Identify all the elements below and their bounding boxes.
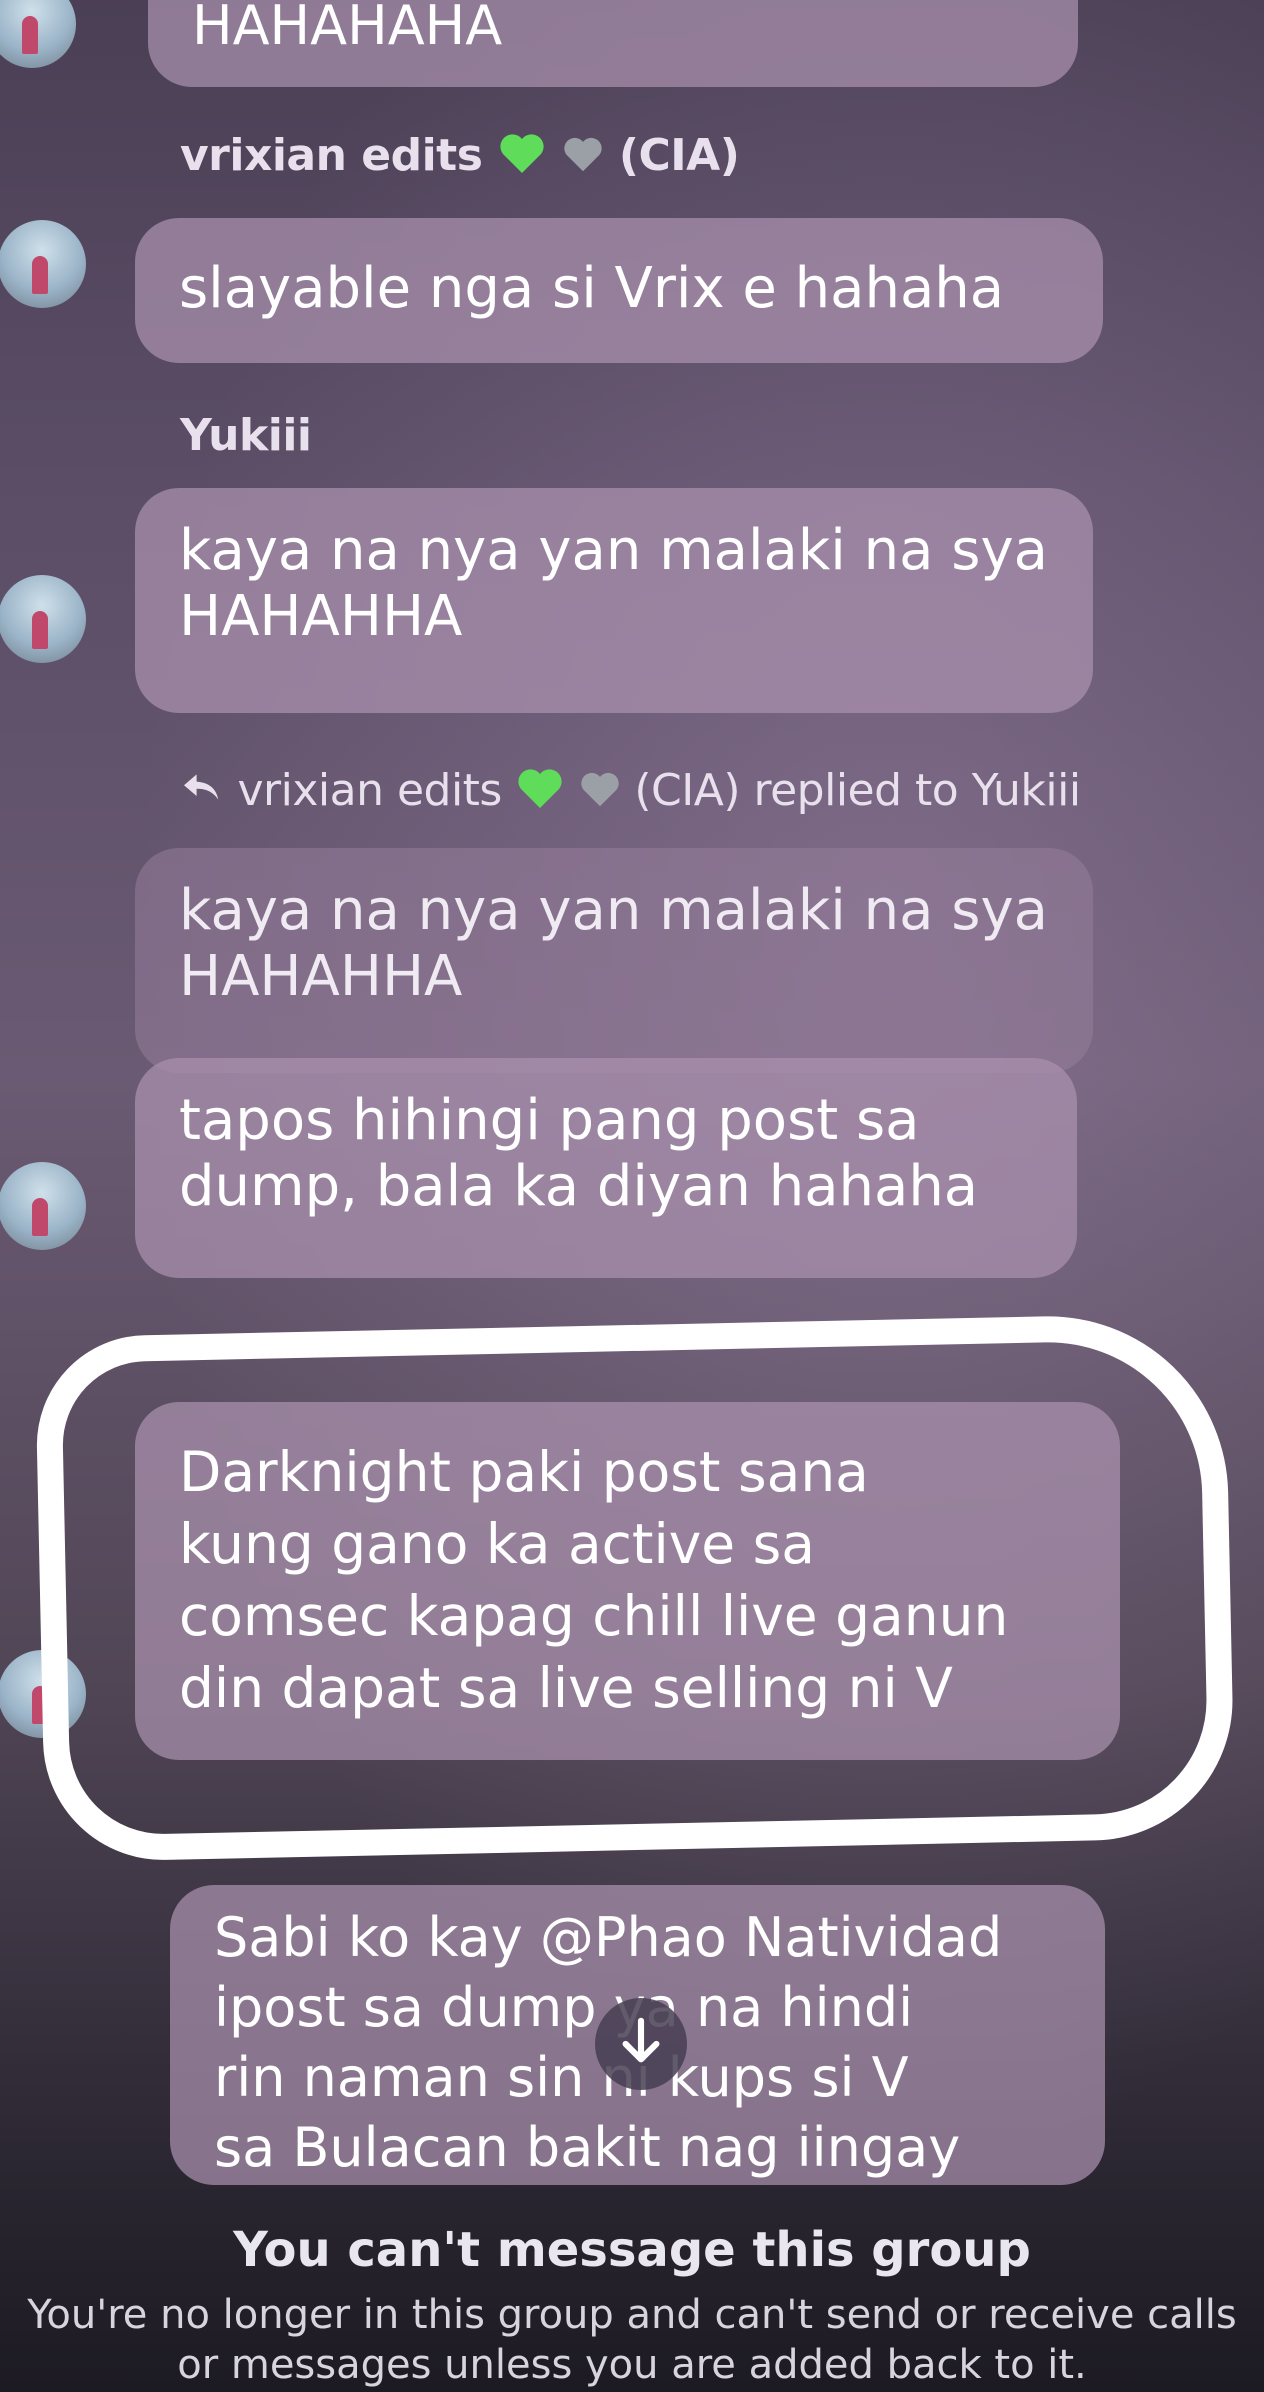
message-text: HAHAHAHA (192, 0, 503, 57)
avatar[interactable] (0, 1162, 86, 1250)
green-heart-icon (515, 766, 565, 821)
quoted-text-line: kaya na nya yan malaki na sya (179, 878, 1048, 943)
quoted-message-bubble[interactable]: kaya na nya yan malaki na sya HAHAHHA (135, 848, 1093, 1073)
hand-drawn-highlight-circle (34, 1312, 1236, 1863)
message-bubble[interactable]: kaya na nya yan malaki na sya HAHAHHA (135, 488, 1093, 713)
message-text-line: kaya na nya yan malaki na sya (179, 518, 1048, 583)
message-text-line: dump, bala ka diyan hahaha (179, 1154, 979, 1219)
blocked-description-line: or messages unless you are added back to… (177, 2342, 1087, 2388)
grey-heart-icon (579, 768, 621, 819)
avatar[interactable] (0, 220, 86, 308)
avatar[interactable] (0, 0, 76, 68)
message-text-line: Sabi ko kay @Phao Natividad (214, 1906, 1003, 1969)
message-bubble[interactable]: tapos hihingi pang post sa dump, bala ka… (135, 1058, 1077, 1278)
arrow-down-icon (619, 2017, 663, 2071)
message-text: slayable nga si Vrix e hahaha (179, 256, 1005, 321)
quoted-text-line: HAHAHHA (179, 944, 463, 1009)
grey-heart-icon (562, 133, 604, 184)
blocked-title: You can't message this group (233, 2222, 1031, 2278)
green-heart-icon (497, 131, 547, 186)
message-text-line: tapos hihingi pang post sa (179, 1088, 920, 1153)
avatar[interactable] (0, 575, 86, 663)
sender-name: vrixian edits (CIA) (180, 130, 740, 186)
message-bubble[interactable]: slayable nga si Vrix e hahaha (135, 218, 1103, 363)
message-text-line: HAHAHHA (179, 584, 463, 649)
sender-name: Yukiii (180, 410, 312, 461)
message-text-line: sa Bulacan bakit nag iingay (214, 2116, 961, 2179)
reply-arrow-icon (180, 765, 238, 816)
reply-header: vrixian edits (CIA) replied to Yukiii (180, 765, 1081, 821)
message-bubble[interactable]: HAHAHAHA (148, 0, 1078, 87)
scroll-to-bottom-button[interactable] (595, 1998, 687, 2090)
blocked-description-line: You're no longer in this group and can't… (27, 2292, 1237, 2338)
